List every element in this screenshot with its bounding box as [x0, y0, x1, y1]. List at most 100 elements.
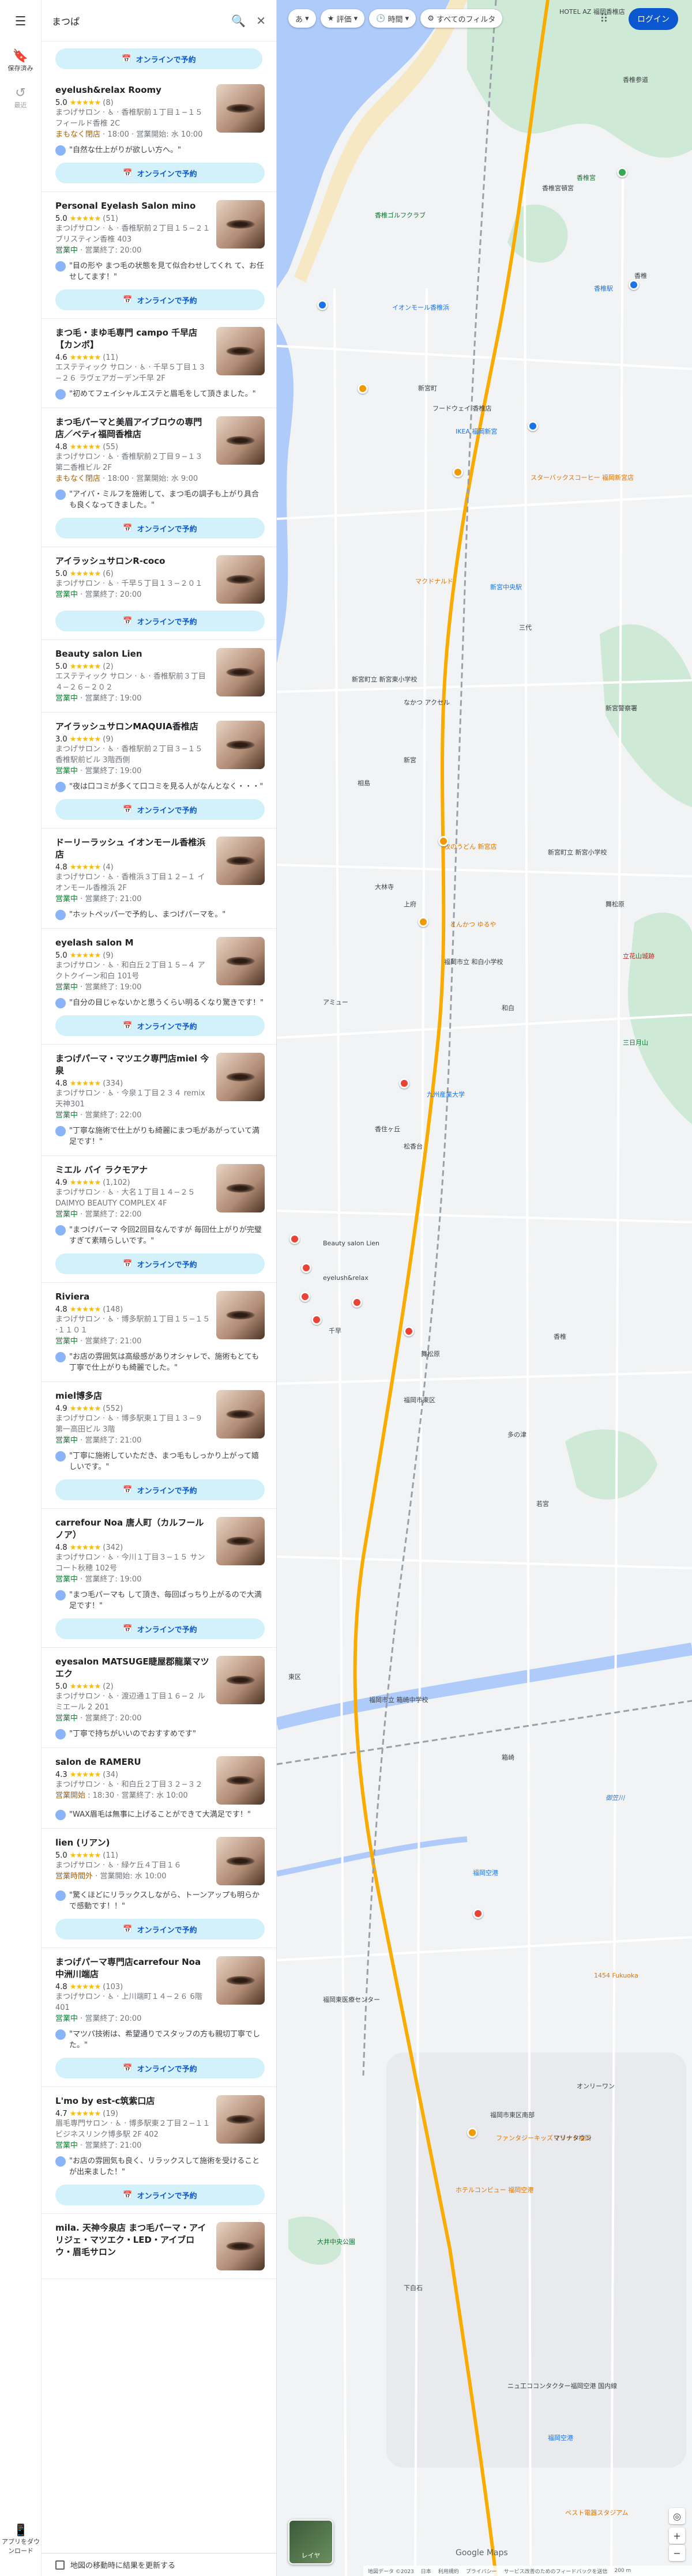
- map-place-label[interactable]: 福岡空港: [548, 2433, 573, 2442]
- reserve-button[interactable]: 📅 オンラインで予約: [55, 163, 265, 183]
- map-place-label[interactable]: 御笠川: [606, 1793, 625, 1802]
- map-place-label[interactable]: フードウェイ 香椎店: [432, 404, 492, 413]
- map-place-label[interactable]: とんかつ ゆるや: [450, 920, 497, 929]
- map-place-label[interactable]: 九州産業大学: [427, 1090, 465, 1099]
- map-place-label[interactable]: 福岡市立 箱崎中学校: [369, 1695, 428, 1704]
- map-pin-red[interactable]: [404, 1326, 414, 1336]
- result-name[interactable]: まつげパーマ専門店carrefour Noa 中洲川端店: [55, 1956, 210, 1980]
- map-pin-orange[interactable]: [453, 467, 463, 477]
- result-card[interactable]: ドーリーラッシュ イオンモール香椎浜店 4.8 ★★★★★ (4) まつげサロン ·…: [42, 828, 276, 929]
- map-place-label[interactable]: 舞松原: [606, 899, 625, 909]
- result-photo[interactable]: [216, 416, 265, 465]
- all-filters-chip[interactable]: ⚙ すべてのフィルタ: [420, 9, 503, 28]
- result-name[interactable]: mila. 天神今泉店 まつ毛パーマ・アイリジェ・マツエク・LED・アイブロウ・…: [55, 2222, 210, 2258]
- search-input[interactable]: まつぱ: [52, 14, 221, 28]
- close-icon[interactable]: ✕: [256, 14, 266, 28]
- map-place-label[interactable]: 和白: [502, 1003, 514, 1012]
- result-card[interactable]: Beauty salon Lien 5.0 ★★★★★ (2) エステティック サロ…: [42, 640, 276, 713]
- reserve-button[interactable]: 📅 オンラインで予約: [55, 48, 262, 69]
- result-name[interactable]: eyelash salon M: [55, 937, 210, 949]
- map-place-label[interactable]: 舞松原: [421, 1349, 440, 1358]
- reserve-button[interactable]: 📅 オンラインで予約: [55, 2185, 265, 2205]
- map-place-label[interactable]: 香椎宮: [577, 173, 596, 182]
- map-place-label[interactable]: オンリーワン: [577, 2081, 615, 2091]
- map-pin-red[interactable]: [399, 1078, 409, 1089]
- menu-button[interactable]: ☰: [0, 15, 41, 29]
- map-place-label[interactable]: 大林寺: [375, 882, 394, 891]
- result-photo[interactable]: [216, 837, 265, 885]
- result-photo[interactable]: [216, 1756, 265, 1805]
- attribution-item[interactable]: サービス改善のためのフィードバックを送信: [504, 2567, 608, 2575]
- map-place-label[interactable]: 新宮町立 新宮東小学校: [352, 675, 418, 684]
- reserve-button[interactable]: 📅 オンラインで予約: [55, 1618, 265, 1639]
- map-place-label[interactable]: 香椎宮頓宮: [542, 183, 574, 193]
- reserve-button[interactable]: 📅 オンラインで予約: [55, 1919, 265, 1939]
- map-place-label[interactable]: IKEA 福岡新宮: [456, 427, 497, 436]
- map-place-label[interactable]: マリナタウン: [554, 2133, 592, 2142]
- map-place-label[interactable]: 福岡市東区南部: [490, 2110, 535, 2119]
- map-place-label[interactable]: スターバックスコーヒー 福岡新宮店: [531, 473, 634, 482]
- result-card[interactable]: まつ毛パーマと美眉アイブロウの専門店／ベティ福岡香椎店 4.8 ★★★★★ (55…: [42, 408, 276, 547]
- map-place-label[interactable]: 相島: [358, 778, 370, 788]
- result-name[interactable]: まつ毛・まゆ毛専門 campo 千早店【カンポ】: [55, 327, 210, 351]
- map-place-label[interactable]: 多の津: [507, 1430, 526, 1439]
- map-place-label[interactable]: 福岡空港: [473, 1868, 498, 1877]
- hours-filter-chip[interactable]: 🕒 時間 ▾: [369, 9, 416, 28]
- map-pin-red[interactable]: [473, 1908, 483, 1919]
- map-pin-red[interactable]: [300, 1291, 310, 1302]
- zoom-in-button[interactable]: +: [669, 2528, 685, 2544]
- map-place-label[interactable]: 香住ヶ丘: [375, 1124, 400, 1133]
- language-chip[interactable]: あ ▾: [288, 9, 316, 28]
- map-place-label[interactable]: ニュ工ココンタクター福岡空港 国内線: [507, 2381, 617, 2390]
- saved-button[interactable]: 🔖 保存済み: [0, 50, 41, 73]
- map-place-label[interactable]: マクドナルド: [415, 577, 453, 586]
- result-name[interactable]: Beauty salon Lien: [55, 648, 210, 660]
- map-place-label[interactable]: 松香台: [404, 1142, 423, 1151]
- result-photo[interactable]: [216, 1164, 265, 1212]
- result-card[interactable]: Personal Eyelash Salon mino 5.0 ★★★★★ (51…: [42, 192, 276, 319]
- result-card[interactable]: アイラッシュサロンR-coco 5.0 ★★★★★ (6) まつげサロン · ♿ ·…: [42, 547, 276, 640]
- result-photo[interactable]: [216, 327, 265, 375]
- zoom-out-button[interactable]: −: [669, 2545, 685, 2561]
- map-place-label[interactable]: eyelush&relax: [323, 1274, 368, 1282]
- map-place-label[interactable]: 香椎: [554, 1332, 566, 1341]
- result-card[interactable]: miel博多店 4.9 ★★★★★ (552) まつげサロン · ♿ · 博多駅東１…: [42, 1382, 276, 1509]
- result-name[interactable]: L'mo by est-c筑紫口店: [55, 2095, 210, 2107]
- result-photo[interactable]: [216, 200, 265, 248]
- map-pin-orange[interactable]: [438, 836, 449, 846]
- result-name[interactable]: Personal Eyelash Salon mino: [55, 200, 210, 212]
- map-place-label[interactable]: 新宮: [404, 755, 416, 764]
- result-photo[interactable]: [216, 84, 265, 133]
- app-download-button[interactable]: 📱 アプリをダウンロード: [0, 2523, 42, 2555]
- reserve-button[interactable]: 📅 オンラインで予約: [55, 1015, 265, 1036]
- map-place-label[interactable]: 若宮: [536, 1499, 549, 1508]
- update-on-move-checkbox[interactable]: [55, 2560, 65, 2570]
- result-name[interactable]: Riviera: [55, 1291, 210, 1303]
- login-button[interactable]: ログイン: [629, 8, 678, 30]
- map-place-label[interactable]: なかつ アクセル: [404, 698, 450, 707]
- result-card[interactable]: アイラッシュサロンMAQUIA香椎店 3.0 ★★★★★ (9) まつげサロン · …: [42, 713, 276, 828]
- result-card[interactable]: ミエル バイ ラクモアナ 4.9 ★★★★★ (1,102) まつげサロン · ♿ …: [42, 1156, 276, 1283]
- result-photo[interactable]: [216, 721, 265, 769]
- result-photo[interactable]: [216, 2095, 265, 2144]
- map-pin-red[interactable]: [352, 1297, 362, 1308]
- search-icon[interactable]: 🔍: [231, 14, 246, 28]
- map-place-label[interactable]: 千早: [329, 1326, 341, 1335]
- result-name[interactable]: アイラッシュサロンMAQUIA香椎店: [55, 721, 210, 733]
- result-name[interactable]: eyelush&relax Roomy: [55, 84, 210, 96]
- result-card[interactable]: eyesalon MATSUGE睫屋郡龍業マツエク 5.0 ★★★★★ (2) まつ…: [42, 1648, 276, 1748]
- reserve-button[interactable]: 📅 オンラインで予約: [55, 289, 265, 310]
- result-name[interactable]: まつげパーマ・マツエク専門店miel 今泉: [55, 1053, 210, 1077]
- map-place-label[interactable]: 三日月山: [623, 1038, 648, 1047]
- reserve-button[interactable]: 📅 オンラインで予約: [55, 799, 265, 820]
- map-pin-green[interactable]: [617, 167, 627, 178]
- map-pin-blue[interactable]: [317, 300, 328, 310]
- map-place-label[interactable]: 牧のうどん 新宮店: [444, 842, 497, 851]
- result-name[interactable]: miel博多店: [55, 1390, 210, 1402]
- map-place-label[interactable]: イオンモール香椎浜: [392, 303, 449, 312]
- result-name[interactable]: まつ毛パーマと美眉アイブロウの専門店／ベティ福岡香椎店: [55, 416, 210, 440]
- result-name[interactable]: carrefour Noa 唐人町（カルフールノア）: [55, 1517, 210, 1541]
- attribution-item[interactable]: プライバシー: [466, 2567, 497, 2575]
- map-place-label[interactable]: 香椎: [634, 271, 647, 280]
- map-pin-orange[interactable]: [358, 383, 368, 394]
